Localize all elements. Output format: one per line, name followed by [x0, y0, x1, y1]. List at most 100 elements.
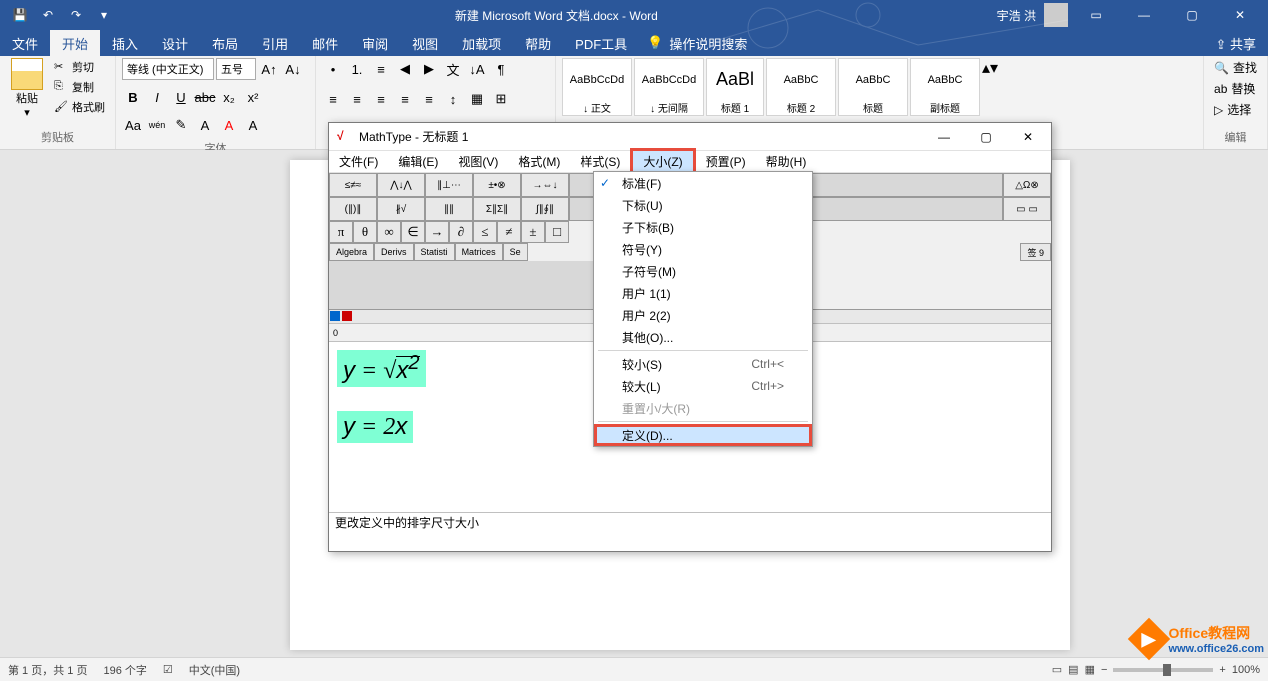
mt-sym-0[interactable]: π — [329, 221, 353, 243]
dd-item-3[interactable]: 符号(Y) — [594, 238, 812, 260]
share-button[interactable]: ⇪ 共享 — [1203, 30, 1268, 57]
mt-tab-4[interactable]: Se — [503, 243, 528, 261]
menu-layout[interactable]: 布局 — [200, 30, 250, 57]
menu-design[interactable]: 设计 — [150, 30, 200, 57]
mt-menu-edit[interactable]: 编辑(E) — [388, 151, 448, 172]
line-spacing-button[interactable]: ↕ — [442, 88, 464, 110]
menu-references[interactable]: 引用 — [250, 30, 300, 57]
maximize-button[interactable]: ▢ — [1172, 0, 1212, 30]
mt-formula-1[interactable]: y = √x2 — [337, 350, 426, 387]
shading-button[interactable]: ▦ — [466, 88, 488, 110]
style-gallery-more[interactable]: ▴▾ — [982, 58, 996, 78]
italic-button[interactable]: I — [146, 86, 168, 108]
menu-pdf[interactable]: PDF工具 — [563, 30, 639, 57]
mt-menu-help[interactable]: 帮助(H) — [756, 151, 817, 172]
shrink-font-button[interactable]: A↓ — [282, 58, 304, 80]
mt-tool-1-1[interactable]: ∦√ — [377, 197, 425, 221]
change-case-button[interactable]: Aa — [122, 114, 144, 136]
dd-item-7[interactable]: 其他(O)... — [594, 326, 812, 348]
user-avatar[interactable] — [1044, 3, 1068, 27]
mt-tab-1[interactable]: Derivs — [374, 243, 414, 261]
mt-sym-5[interactable]: ∂ — [449, 221, 473, 243]
zoom-in-button[interactable]: + — [1219, 664, 1225, 676]
zoom-slider[interactable] — [1113, 668, 1213, 672]
mt-tool-1-4[interactable]: ∫∥∮∥ — [521, 197, 569, 221]
dd-item-8[interactable]: 较小(S)Ctrl+< — [594, 353, 812, 375]
redo-button[interactable]: ↷ — [64, 3, 88, 27]
strikethrough-button[interactable]: abc — [194, 86, 216, 108]
menu-home[interactable]: 开始 — [50, 30, 100, 57]
spelling-icon[interactable]: ☑ — [163, 663, 173, 676]
copy-button[interactable]: ⎘复制 — [50, 78, 109, 96]
align-left-button[interactable]: ≡ — [322, 88, 344, 110]
mt-sym-1[interactable]: θ — [353, 221, 377, 243]
mt-tool-0-1[interactable]: ⋀↓⋀ — [377, 173, 425, 197]
mt-menu-file[interactable]: 文件(F) — [329, 151, 388, 172]
sort-button[interactable]: ↓A — [466, 58, 488, 80]
qat-customize[interactable]: ▾ — [92, 3, 116, 27]
char-border-button[interactable]: A — [194, 114, 216, 136]
mt-menu-view[interactable]: 视图(V) — [448, 151, 508, 172]
ribbon-options-button[interactable]: ▭ — [1076, 0, 1116, 30]
decrease-indent-button[interactable]: ◀ — [394, 58, 416, 80]
mt-sym-4[interactable]: → — [425, 221, 449, 243]
justify-button[interactable]: ≡ — [394, 88, 416, 110]
grow-font-button[interactable]: A↑ — [258, 58, 280, 80]
paste-button[interactable]: 粘贴 ▾ — [6, 58, 48, 119]
mt-tool-1-2[interactable]: ∥∥ — [425, 197, 473, 221]
font-color-button[interactable]: A — [218, 114, 240, 136]
mt-formula-2[interactable]: y = 2x — [337, 411, 413, 443]
mt-minimize-button[interactable]: — — [929, 125, 959, 149]
style-item-4[interactable]: AaBbC标题 — [838, 58, 908, 116]
phonetic-button[interactable]: wén — [146, 114, 168, 136]
dd-item-6[interactable]: 用户 2(2) — [594, 304, 812, 326]
mt-tool-end-0[interactable]: △Ω⊗ — [1003, 173, 1051, 197]
mt-sym-8[interactable]: ± — [521, 221, 545, 243]
close-button[interactable]: ✕ — [1220, 0, 1260, 30]
select-button[interactable]: ▷选择 — [1210, 100, 1261, 119]
mt-sym-6[interactable]: ≤ — [473, 221, 497, 243]
minimize-button[interactable]: — — [1124, 0, 1164, 30]
menu-file[interactable]: 文件 — [0, 30, 50, 57]
view-read-button[interactable]: ▭ — [1052, 663, 1062, 676]
style-item-3[interactable]: AaBbC标题 2 — [766, 58, 836, 116]
menu-view[interactable]: 视图 — [400, 30, 450, 57]
superscript-button[interactable]: x² — [242, 86, 264, 108]
mt-tab-color-1[interactable] — [330, 311, 340, 321]
replace-button[interactable]: ab替换 — [1210, 79, 1261, 98]
show-marks-button[interactable]: ¶ — [490, 58, 512, 80]
page-indicator[interactable]: 第 1 页，共 1 页 — [8, 662, 87, 678]
style-item-2[interactable]: AaBl标题 1 — [706, 58, 764, 116]
menu-mailings[interactable]: 邮件 — [300, 30, 350, 57]
style-item-0[interactable]: AaBbCcDd↓ 正文 — [562, 58, 632, 116]
mt-tool-0-2[interactable]: ∥⊥⋯ — [425, 173, 473, 197]
mt-tab-color-2[interactable] — [342, 311, 352, 321]
mt-maximize-button[interactable]: ▢ — [971, 125, 1001, 149]
dd-item-4[interactable]: 子符号(M) — [594, 260, 812, 282]
zoom-level[interactable]: 100% — [1232, 664, 1260, 676]
mt-tool-0-4[interactable]: →⇔↓ — [521, 173, 569, 197]
numbering-button[interactable]: 1. — [346, 58, 368, 80]
save-button[interactable]: 💾 — [8, 3, 32, 27]
distribute-button[interactable]: ≡ — [418, 88, 440, 110]
mt-menu-preset[interactable]: 预置(P) — [696, 151, 756, 172]
dd-item-2[interactable]: 子下标(B) — [594, 216, 812, 238]
mathtype-titlebar[interactable]: √ MathType - 无标题 1 — ▢ ✕ — [329, 123, 1051, 151]
asian-layout-button[interactable]: 文 — [442, 58, 464, 80]
mt-menu-format[interactable]: 格式(M) — [508, 151, 570, 172]
language-indicator[interactable]: 中文(中国) — [189, 662, 240, 678]
dd-item-5[interactable]: 用户 1(1) — [594, 282, 812, 304]
dd-item-1[interactable]: 下标(U) — [594, 194, 812, 216]
multilevel-button[interactable]: ≡ — [370, 58, 392, 80]
word-count[interactable]: 196 个字 — [103, 662, 146, 678]
align-right-button[interactable]: ≡ — [370, 88, 392, 110]
format-painter-button[interactable]: 🖌格式刷 — [50, 98, 109, 116]
mt-close-button[interactable]: ✕ — [1013, 125, 1043, 149]
char-shading-button[interactable]: A — [242, 114, 264, 136]
mt-tool-0-3[interactable]: ±•⊗ — [473, 173, 521, 197]
bullets-button[interactable]: • — [322, 58, 344, 80]
zoom-out-button[interactable]: − — [1101, 664, 1107, 676]
mt-tool-1-0[interactable]: (∥)∥ — [329, 197, 377, 221]
style-item-1[interactable]: AaBbCcDd↓ 无间隔 — [634, 58, 704, 116]
mt-tab-2[interactable]: Statisti — [414, 243, 455, 261]
